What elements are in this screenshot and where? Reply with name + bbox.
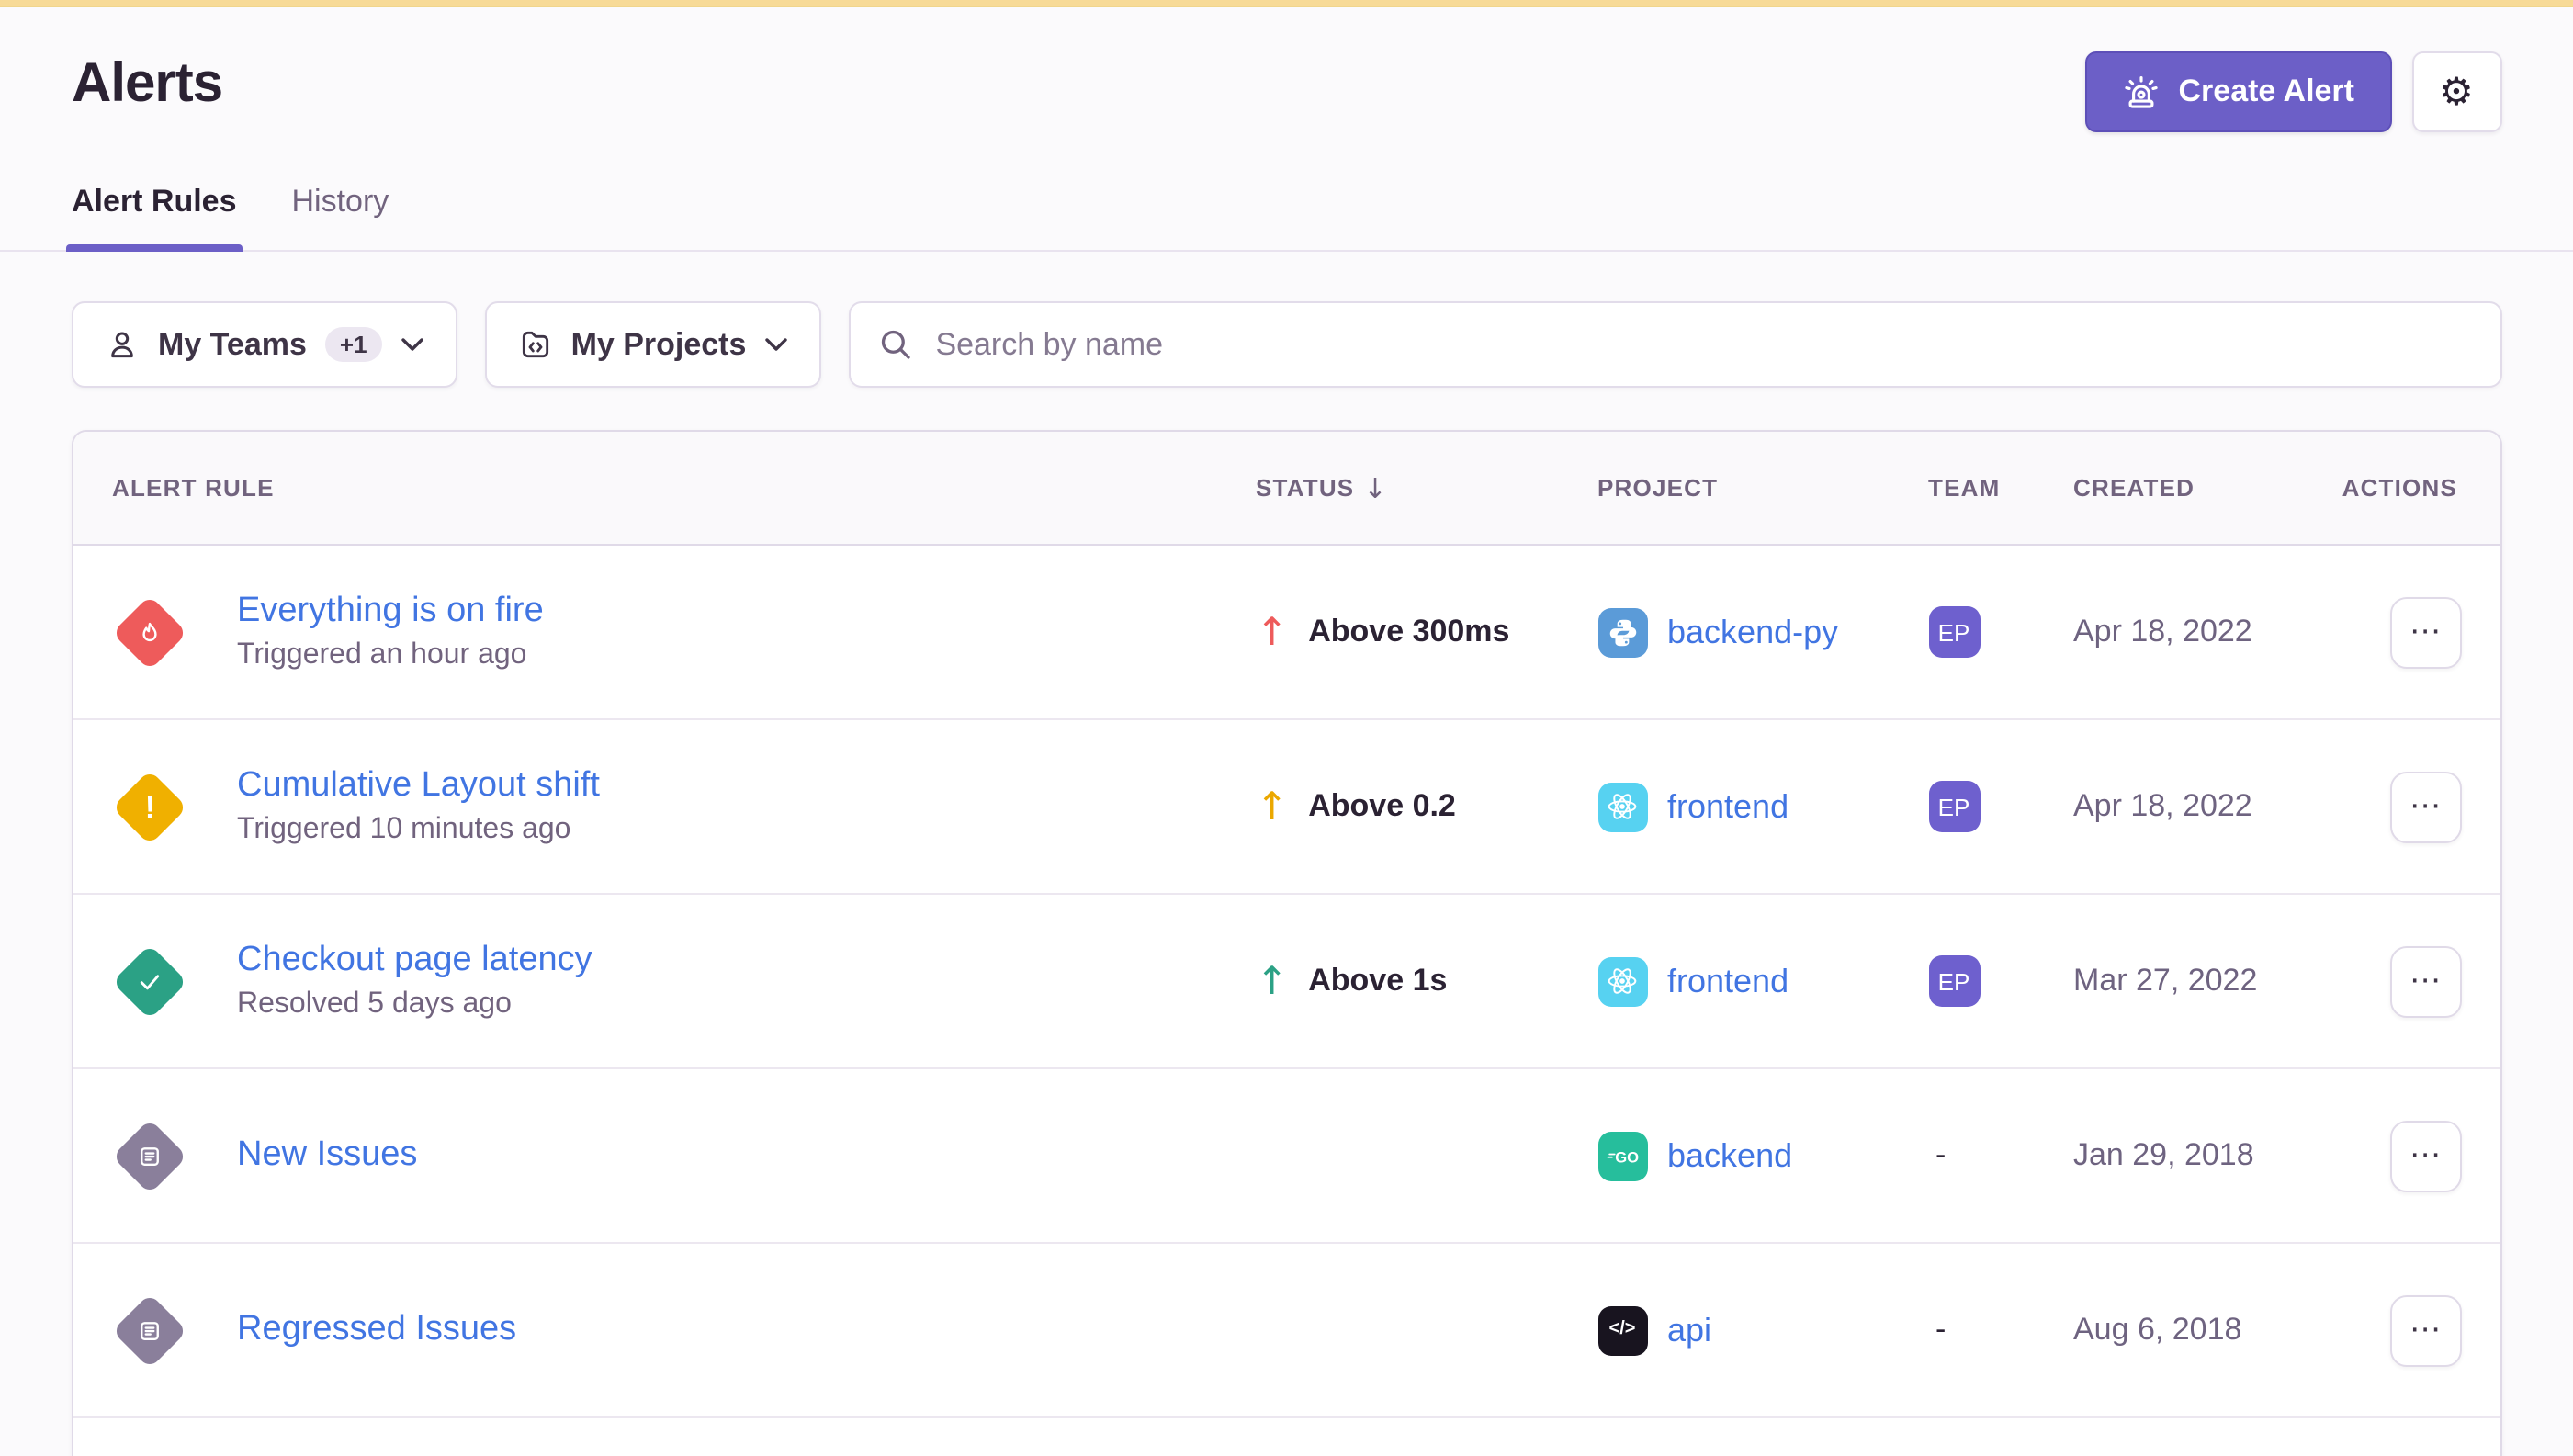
- row-actions-button[interactable]: ⋯: [2389, 771, 2461, 842]
- ellipsis-icon: ⋯: [2409, 616, 2441, 648]
- teams-filter-label: My Teams: [158, 326, 307, 363]
- team-empty-dash: -: [1928, 1137, 1946, 1174]
- status-threshold: Above 300ms: [1308, 614, 1509, 650]
- table-row: Everything is on fire Triggered an hour …: [73, 546, 2500, 720]
- user-icon: [105, 327, 140, 362]
- column-header-actions: ACTIONS: [2336, 474, 2500, 502]
- gear-icon: ⚙: [2439, 73, 2474, 111]
- table-row: Regressed Issues </> api - Aug 6, 2018 ⋯: [73, 1244, 2500, 1418]
- chevron-down-icon: [764, 336, 788, 353]
- alert-rule-link[interactable]: Cumulative Layout shift: [237, 766, 600, 807]
- resolved-check-icon: [112, 943, 187, 1019]
- table-header-row: ALERT RULE STATUS ↓ PROJECT TEAM CREATED…: [73, 432, 2500, 546]
- team-avatar: EP: [1928, 955, 1980, 1007]
- tab-history[interactable]: History: [292, 184, 389, 250]
- create-alert-label: Create Alert: [2179, 73, 2355, 110]
- critical-fire-icon: [112, 594, 187, 670]
- project-link[interactable]: backend: [1667, 1136, 1792, 1175]
- warning-icon: !: [112, 769, 187, 844]
- alert-rule-link[interactable]: Checkout page latency: [237, 941, 592, 981]
- siren-icon: [2122, 73, 2161, 111]
- header-actions: Create Alert ⚙: [2085, 51, 2502, 132]
- table-row: ! Cumulative Layout shift Triggered 10 m…: [73, 720, 2500, 895]
- react-platform-icon: [1597, 782, 1647, 831]
- trend-up-icon: ↑: [1256, 962, 1288, 1000]
- project-link[interactable]: frontend: [1667, 962, 1789, 1000]
- column-header-status[interactable]: STATUS ↓: [1256, 471, 1597, 504]
- svg-text:GO: GO: [1614, 1147, 1638, 1165]
- project-link[interactable]: frontend: [1667, 787, 1789, 826]
- react-platform-icon: [1597, 956, 1647, 1006]
- search-container: [849, 301, 2501, 388]
- go-platform-icon: GO: [1597, 1131, 1647, 1180]
- top-notice-strip: [0, 0, 2573, 7]
- project-link[interactable]: backend-py: [1667, 613, 1838, 651]
- column-header-project: PROJECT: [1597, 474, 1928, 502]
- filter-bar: My Teams +1 My Projects: [0, 252, 2573, 388]
- team-avatar: EP: [1928, 606, 1980, 658]
- alerts-page: Alerts Create Alert ⚙ Alert: [0, 0, 2573, 1456]
- settings-button[interactable]: ⚙: [2411, 51, 2501, 132]
- table-row: Checkout page latency Resolved 5 days ag…: [73, 895, 2500, 1069]
- chevron-down-icon: [401, 336, 424, 353]
- row-actions-button[interactable]: ⋯: [2389, 945, 2461, 1017]
- search-icon: [876, 325, 915, 364]
- projects-filter-label: My Projects: [571, 326, 747, 363]
- teams-filter-dropdown[interactable]: My Teams +1: [72, 301, 457, 388]
- ellipsis-icon: ⋯: [2409, 965, 2441, 997]
- projects-filter-dropdown[interactable]: My Projects: [485, 301, 822, 388]
- team-avatar: EP: [1928, 781, 1980, 832]
- issues-icon: [112, 1118, 187, 1193]
- tabs-bar: Alert Rules History: [0, 184, 2573, 252]
- project-link[interactable]: api: [1667, 1311, 1711, 1349]
- search-input[interactable]: [849, 301, 2501, 388]
- created-date: Apr 18, 2022: [2073, 614, 2336, 650]
- ellipsis-icon: ⋯: [2409, 1140, 2441, 1171]
- column-header-team: TEAM: [1928, 474, 2073, 502]
- python-platform-icon: [1597, 607, 1647, 657]
- created-date: Mar 27, 2022: [2073, 963, 2336, 999]
- created-date: Jan 29, 2018: [2073, 1137, 2336, 1174]
- alert-rule-link[interactable]: Everything is on fire: [237, 592, 544, 632]
- ellipsis-icon: ⋯: [2409, 791, 2441, 822]
- column-header-created: CREATED: [2073, 474, 2336, 502]
- alert-rule-subtitle: Triggered an hour ago: [237, 639, 544, 672]
- alert-rule-subtitle: Triggered 10 minutes ago: [237, 814, 600, 847]
- issues-icon: [112, 1292, 187, 1368]
- column-header-alert-rule: ALERT RULE: [73, 474, 1256, 502]
- alert-rules-table: ALERT RULE STATUS ↓ PROJECT TEAM CREATED…: [72, 430, 2501, 1456]
- alert-rule-link[interactable]: New Issues: [237, 1135, 417, 1176]
- table-row: New Issues GO backend - Jan 29, 2018: [73, 1069, 2500, 1244]
- page-header: Alerts Create Alert ⚙: [0, 7, 2573, 116]
- alert-rule-subtitle: Resolved 5 days ago: [237, 988, 592, 1021]
- create-alert-button[interactable]: Create Alert: [2085, 51, 2392, 132]
- trend-up-icon: ↑: [1256, 613, 1288, 651]
- team-empty-dash: -: [1928, 1312, 1946, 1349]
- status-threshold: Above 0.2: [1308, 788, 1456, 825]
- sort-descending-icon: ↓: [1363, 471, 1387, 504]
- status-threshold: Above 1s: [1308, 963, 1447, 999]
- row-actions-button[interactable]: ⋯: [2389, 1294, 2461, 1366]
- ellipsis-icon: ⋯: [2409, 1315, 2441, 1346]
- project-icon: [518, 327, 553, 362]
- created-date: Apr 18, 2022: [2073, 788, 2336, 825]
- teams-extra-count-badge: +1: [325, 327, 382, 362]
- trend-up-icon: ↑: [1256, 787, 1288, 826]
- row-actions-button[interactable]: ⋯: [2389, 596, 2461, 668]
- alert-rule-link[interactable]: Regressed Issues: [237, 1310, 516, 1350]
- code-platform-icon: </>: [1597, 1305, 1647, 1355]
- row-actions-button[interactable]: ⋯: [2389, 1120, 2461, 1191]
- created-date: Aug 6, 2018: [2073, 1312, 2336, 1349]
- tab-alert-rules[interactable]: Alert Rules: [72, 184, 237, 250]
